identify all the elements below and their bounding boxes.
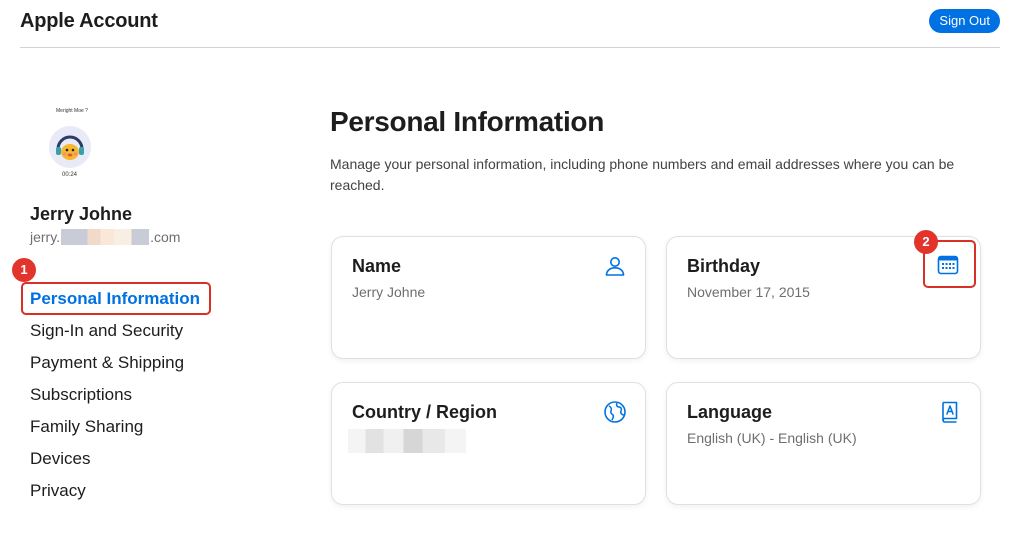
sidebar-item-payment-shipping[interactable]: Payment & Shipping [30, 350, 200, 382]
page-description: Manage your personal information, includ… [330, 156, 955, 193]
user-email: jerry. .com [30, 229, 180, 245]
sign-out-button[interactable]: Sign Out [929, 9, 1000, 33]
country-redaction [348, 429, 466, 453]
email-redaction [61, 229, 150, 245]
card-title-country-region: Country / Region [352, 402, 497, 422]
card-title-language: Language [687, 402, 773, 422]
globe-icon [604, 401, 626, 423]
card-title-name: Name [352, 256, 402, 276]
email-suffix: .com [150, 229, 181, 245]
sidebar-item-privacy[interactable]: Privacy [30, 478, 200, 510]
step-marker-1: 1 [12, 258, 36, 282]
sidebar-item-subscriptions[interactable]: Subscriptions [30, 382, 200, 414]
sidebar-item-sign-in-security[interactable]: Sign-In and Security [30, 318, 200, 350]
step-marker-2: 2 [914, 230, 938, 254]
avatar[interactable] [49, 126, 91, 168]
app-title: Apple Account [20, 10, 158, 32]
card-value-language: English (UK) - English (UK) [687, 430, 857, 446]
highlight-box-personal-information [21, 282, 211, 315]
user-name: Jerry Johne [30, 204, 133, 224]
avatar-timestamp: 00:24 [62, 172, 78, 178]
sidebar-item-devices[interactable]: Devices [30, 446, 200, 478]
name-card[interactable]: Name Jerry Johne [331, 236, 646, 359]
country-region-card[interactable]: Country / Region [331, 382, 646, 505]
avatar-block: Meright Moe ? 00:24 [48, 108, 94, 180]
book-icon [942, 401, 958, 423]
avatar-illustration-icon [49, 126, 91, 168]
top-bar: Apple Account Sign Out [20, 0, 1000, 48]
language-card[interactable]: Language English (UK) - English (UK) [666, 382, 981, 505]
person-icon [605, 257, 625, 276]
card-title-birthday: Birthday [687, 256, 761, 276]
sidebar-nav: Personal Information Sign-In and Securit… [30, 286, 200, 510]
page-title: Personal Information [330, 106, 605, 137]
sidebar-item-family-sharing[interactable]: Family Sharing [30, 414, 200, 446]
email-prefix: jerry. [30, 229, 61, 245]
card-value-name: Jerry Johne [352, 284, 426, 300]
avatar-caption: Meright Moe ? [56, 108, 88, 114]
card-value-birthday: November 17, 2015 [687, 284, 810, 300]
